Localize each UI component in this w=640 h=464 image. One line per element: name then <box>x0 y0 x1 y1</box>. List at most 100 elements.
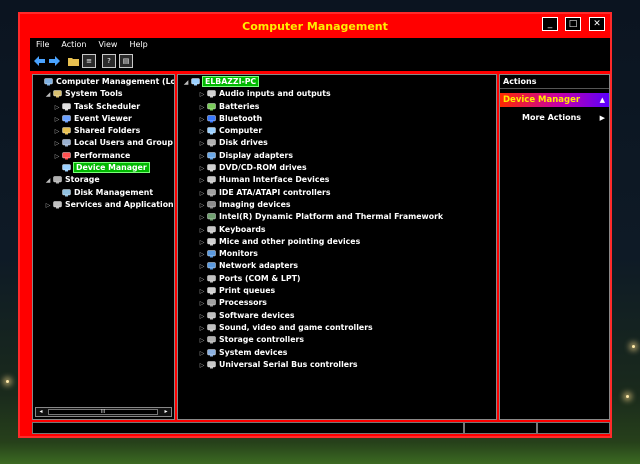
menu-action[interactable]: Action <box>55 38 92 51</box>
device-category[interactable]: ▷ Mice and other pointing devices <box>178 236 496 248</box>
collapsed-arrow-icon[interactable]: ▷ <box>44 200 52 212</box>
properties-icon[interactable]: ≡ <box>82 54 96 68</box>
device-category[interactable]: ▷ Intel(R) Dynamic Platform and Thermal F… <box>178 211 496 223</box>
device-category[interactable]: ▷ Processors <box>178 297 496 309</box>
software-device-icon <box>207 311 216 320</box>
scroll-thumb[interactable]: III <box>48 409 158 415</box>
menu-help[interactable]: Help <box>123 38 153 51</box>
tree-item[interactable]: Computer Management (Loc <box>33 76 174 88</box>
device-category-label: Imaging devices <box>219 199 291 209</box>
device-category[interactable]: ▷ Human Interface Devices <box>178 174 496 186</box>
sound-icon <box>207 324 216 332</box>
device-tree-pane: ◢ ELBAZZI-PC ▷ Audio inputs and outputs ▷ Bat… <box>177 74 497 420</box>
submenu-arrow-icon: ▶ <box>599 114 605 122</box>
device-manager-icon <box>62 164 71 172</box>
status-segment <box>464 422 537 434</box>
device-category-label: DVD/CD-ROM drives <box>219 163 307 173</box>
grass-field <box>0 442 640 464</box>
device-category[interactable]: ▷ Sound, video and game controllers <box>178 322 496 334</box>
device-category-label: Universal Serial Bus controllers <box>219 359 358 369</box>
device-category[interactable]: ▷ Computer <box>178 125 496 137</box>
tree-item[interactable]: ◢ Storage <box>33 174 174 186</box>
device-category-label: Batteries <box>219 101 260 111</box>
device-category[interactable]: ▷ Universal Serial Bus controllers <box>178 359 496 371</box>
hid-icon <box>207 176 216 184</box>
device-category[interactable]: ▷ Disk drives <box>178 137 496 149</box>
actions-header: Actions <box>500 75 609 89</box>
tree-item[interactable]: ▷ Local Users and Group <box>33 137 174 149</box>
device-category-label: Network adapters <box>219 261 299 271</box>
device-category[interactable]: ▷ Batteries <box>178 101 496 113</box>
tree-item-label: Storage <box>65 175 100 185</box>
printer-icon <box>207 287 216 295</box>
mouse-icon <box>207 238 216 246</box>
device-category[interactable]: ▷ Storage controllers <box>178 334 496 346</box>
device-category[interactable]: ▷ System devices <box>178 347 496 359</box>
device-category[interactable]: ▷ Imaging devices <box>178 199 496 211</box>
action-group-device-manager[interactable]: Device Manager ▲ <box>500 93 609 107</box>
computer-icon <box>207 127 216 135</box>
action-group-label: Device Manager <box>503 95 581 105</box>
scroll-right-arrow-icon[interactable]: ▸ <box>161 408 171 416</box>
tree-item[interactable]: ▷ Shared Folders <box>33 125 174 137</box>
tree-item[interactable]: ▷ Performance <box>33 150 174 162</box>
device-category[interactable]: ▷ Audio inputs and outputs <box>178 88 496 100</box>
console-icon[interactable]: ▤ <box>119 54 133 68</box>
device-category-label: Disk drives <box>219 138 268 148</box>
horizontal-scrollbar[interactable]: ◂ III ▸ <box>35 407 172 417</box>
device-category[interactable]: ▷ Display adapters <box>178 150 496 162</box>
menu-file[interactable]: File <box>30 38 55 51</box>
device-category[interactable]: ▷ Keyboards <box>178 224 496 236</box>
more-actions-label: More Actions <box>522 113 582 122</box>
device-tree-root[interactable]: ◢ ELBAZZI-PC <box>178 76 496 88</box>
tree-item[interactable]: ▷ Task Scheduler <box>33 101 174 113</box>
more-actions-item[interactable]: More Actions ▶ <box>500 111 609 125</box>
forward-arrow-icon[interactable] <box>48 55 60 67</box>
close-button[interactable]: ✕ <box>589 17 605 31</box>
system-device-icon <box>207 348 216 357</box>
shared-folder-icon <box>62 127 71 135</box>
toolbar: ≡ ? ▤ <box>30 51 610 71</box>
device-category[interactable]: ▷ Ports (COM & LPT) <box>178 273 496 285</box>
device-category[interactable]: ▷ Bluetooth <box>178 113 496 125</box>
maximize-button[interactable]: □ <box>565 17 581 31</box>
port-icon <box>207 275 216 283</box>
tree-item-label: Shared Folders <box>74 126 141 136</box>
folder-icon[interactable] <box>67 55 79 67</box>
back-arrow-icon[interactable] <box>33 55 45 67</box>
device-category-label: Audio inputs and outputs <box>219 89 331 99</box>
tree-item[interactable]: ◢ System Tools <box>33 88 174 100</box>
scroll-left-arrow-icon[interactable]: ◂ <box>36 408 46 416</box>
device-category-label: Print queues <box>219 286 276 296</box>
computer-management-icon <box>44 78 53 86</box>
device-category[interactable]: ▷ Software devices <box>178 310 496 322</box>
device-category[interactable]: ▷ Print queues <box>178 285 496 297</box>
tree-item[interactable]: ▷ Event Viewer <box>33 113 174 125</box>
performance-icon <box>62 152 71 160</box>
disk-icon <box>62 188 71 197</box>
device-category[interactable]: ▷ Network adapters <box>178 260 496 272</box>
device-category-label: Sound, video and game controllers <box>219 322 373 332</box>
device-category-label: Monitors <box>219 249 258 259</box>
title-bar[interactable]: Computer Management _ □ ✕ <box>20 14 610 38</box>
computer-icon <box>191 78 200 86</box>
console-tree-pane: Computer Management (Loc ◢ System Tools ▷ Ta… <box>32 74 175 420</box>
help-icon[interactable]: ? <box>102 54 116 68</box>
device-category[interactable]: ▷ Monitors <box>178 248 496 260</box>
keyboard-icon <box>207 225 216 234</box>
device-category-label: Keyboards <box>219 224 266 234</box>
device-category[interactable]: ▷ DVD/CD-ROM drives <box>178 162 496 174</box>
services-icon <box>53 201 62 209</box>
tree-item[interactable]: ▷ Services and Applications <box>33 199 174 211</box>
tree-item[interactable]: Disk Management <box>33 187 174 199</box>
status-segment <box>537 422 610 434</box>
tree-item[interactable]: Device Manager <box>33 162 174 174</box>
collapse-caret-icon[interactable]: ▲ <box>600 93 605 107</box>
dvd-icon <box>207 164 216 172</box>
collapsed-arrow-icon[interactable]: ▷ <box>198 360 206 372</box>
minimize-button[interactable]: _ <box>542 17 558 31</box>
menu-view[interactable]: View <box>92 38 123 51</box>
tree-item-label: Disk Management <box>74 187 154 197</box>
audio-icon <box>207 90 216 98</box>
device-category[interactable]: ▷ IDE ATA/ATAPI controllers <box>178 187 496 199</box>
